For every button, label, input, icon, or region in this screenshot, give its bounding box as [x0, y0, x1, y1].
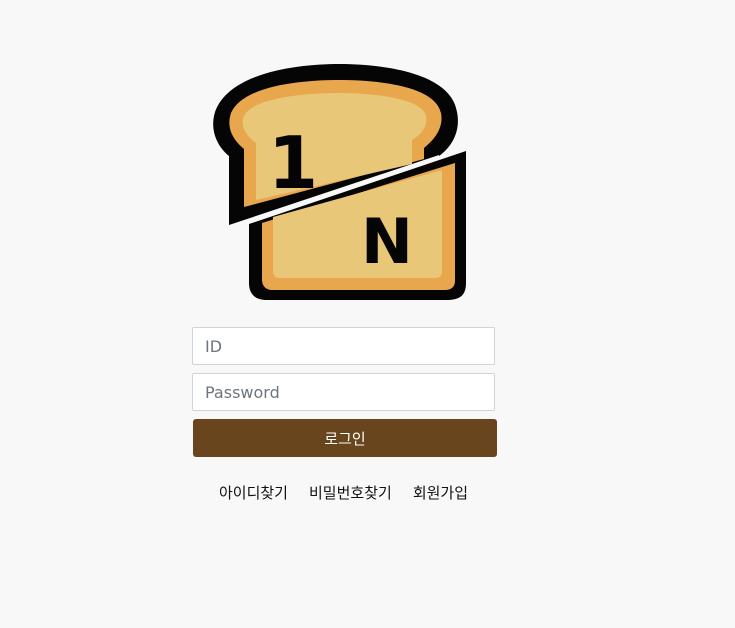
find-password-link[interactable]: 비밀번호찾기: [309, 482, 392, 503]
find-id-link[interactable]: 아이디찾기: [219, 482, 288, 503]
account-links: 아이디찾기 비밀번호찾기 회원가입: [192, 482, 495, 503]
logo-bottom-text: N: [361, 205, 413, 278]
logo-top-text: 1: [268, 121, 318, 205]
login-button[interactable]: 로그인: [193, 419, 497, 457]
id-input[interactable]: [192, 327, 495, 365]
bread-logo: 1 N: [213, 64, 466, 300]
password-input[interactable]: [192, 373, 495, 411]
sign-up-link[interactable]: 회원가입: [413, 482, 468, 503]
